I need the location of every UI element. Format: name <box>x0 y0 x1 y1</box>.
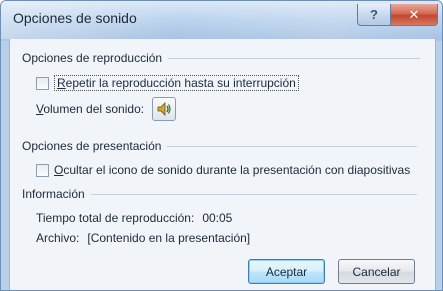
help-icon: ? <box>370 7 378 22</box>
cancel-button[interactable]: Cancelar <box>338 259 415 284</box>
file-value: [Contenido en la presentación] <box>87 231 251 245</box>
help-button[interactable]: ? <box>357 4 391 26</box>
group-divider <box>90 193 417 195</box>
speaker-icon <box>157 102 171 116</box>
display-options-group: Opciones de presentación <box>22 139 418 153</box>
file-label: Archivo: <box>36 231 80 245</box>
loop-checkbox[interactable] <box>36 76 49 90</box>
volume-label: Volumen del sonido: <box>36 102 145 116</box>
total-time-value: 00:05 <box>202 211 233 225</box>
file-row: Archivo: [Contenido en la presentación] <box>36 231 250 245</box>
information-heading: Información <box>22 187 85 201</box>
hide-icon-label: Ocultar el icono de sonido durante la pr… <box>54 163 411 177</box>
playback-options-heading: Opciones de reproducción <box>22 51 163 65</box>
dialog-body: Opciones de reproducción Repetir la repr… <box>9 39 436 290</box>
loop-label: Repetir la reproducción hasta su interru… <box>54 75 299 91</box>
display-options-heading: Opciones de presentación <box>22 139 162 153</box>
sound-options-dialog: Opciones de sonido ? ✕ Opciones de repro… <box>0 0 443 291</box>
ok-button[interactable]: Aceptar <box>248 259 325 284</box>
group-divider <box>168 57 421 59</box>
total-time-label: Tiempo total de reproducción: <box>36 211 195 225</box>
title-bar[interactable]: Opciones de sonido ? ✕ <box>1 1 442 39</box>
hide-icon-checkbox[interactable] <box>36 163 49 177</box>
loop-until-stopped-option[interactable]: Repetir la reproducción hasta su interru… <box>36 75 299 91</box>
sound-volume-row: Volumen del sonido: <box>36 97 177 121</box>
playback-options-group: Opciones de reproducción <box>22 51 421 65</box>
close-icon: ✕ <box>408 6 420 22</box>
group-divider <box>167 145 418 147</box>
volume-button[interactable] <box>152 97 177 121</box>
information-group: Información <box>22 187 417 201</box>
total-time-row: Tiempo total de reproducción: 00:05 <box>36 211 232 225</box>
close-button[interactable]: ✕ <box>390 4 438 26</box>
hide-icon-during-show-option[interactable]: Ocultar el icono de sonido durante la pr… <box>36 163 410 177</box>
dialog-title: Opciones de sonido <box>13 10 137 26</box>
